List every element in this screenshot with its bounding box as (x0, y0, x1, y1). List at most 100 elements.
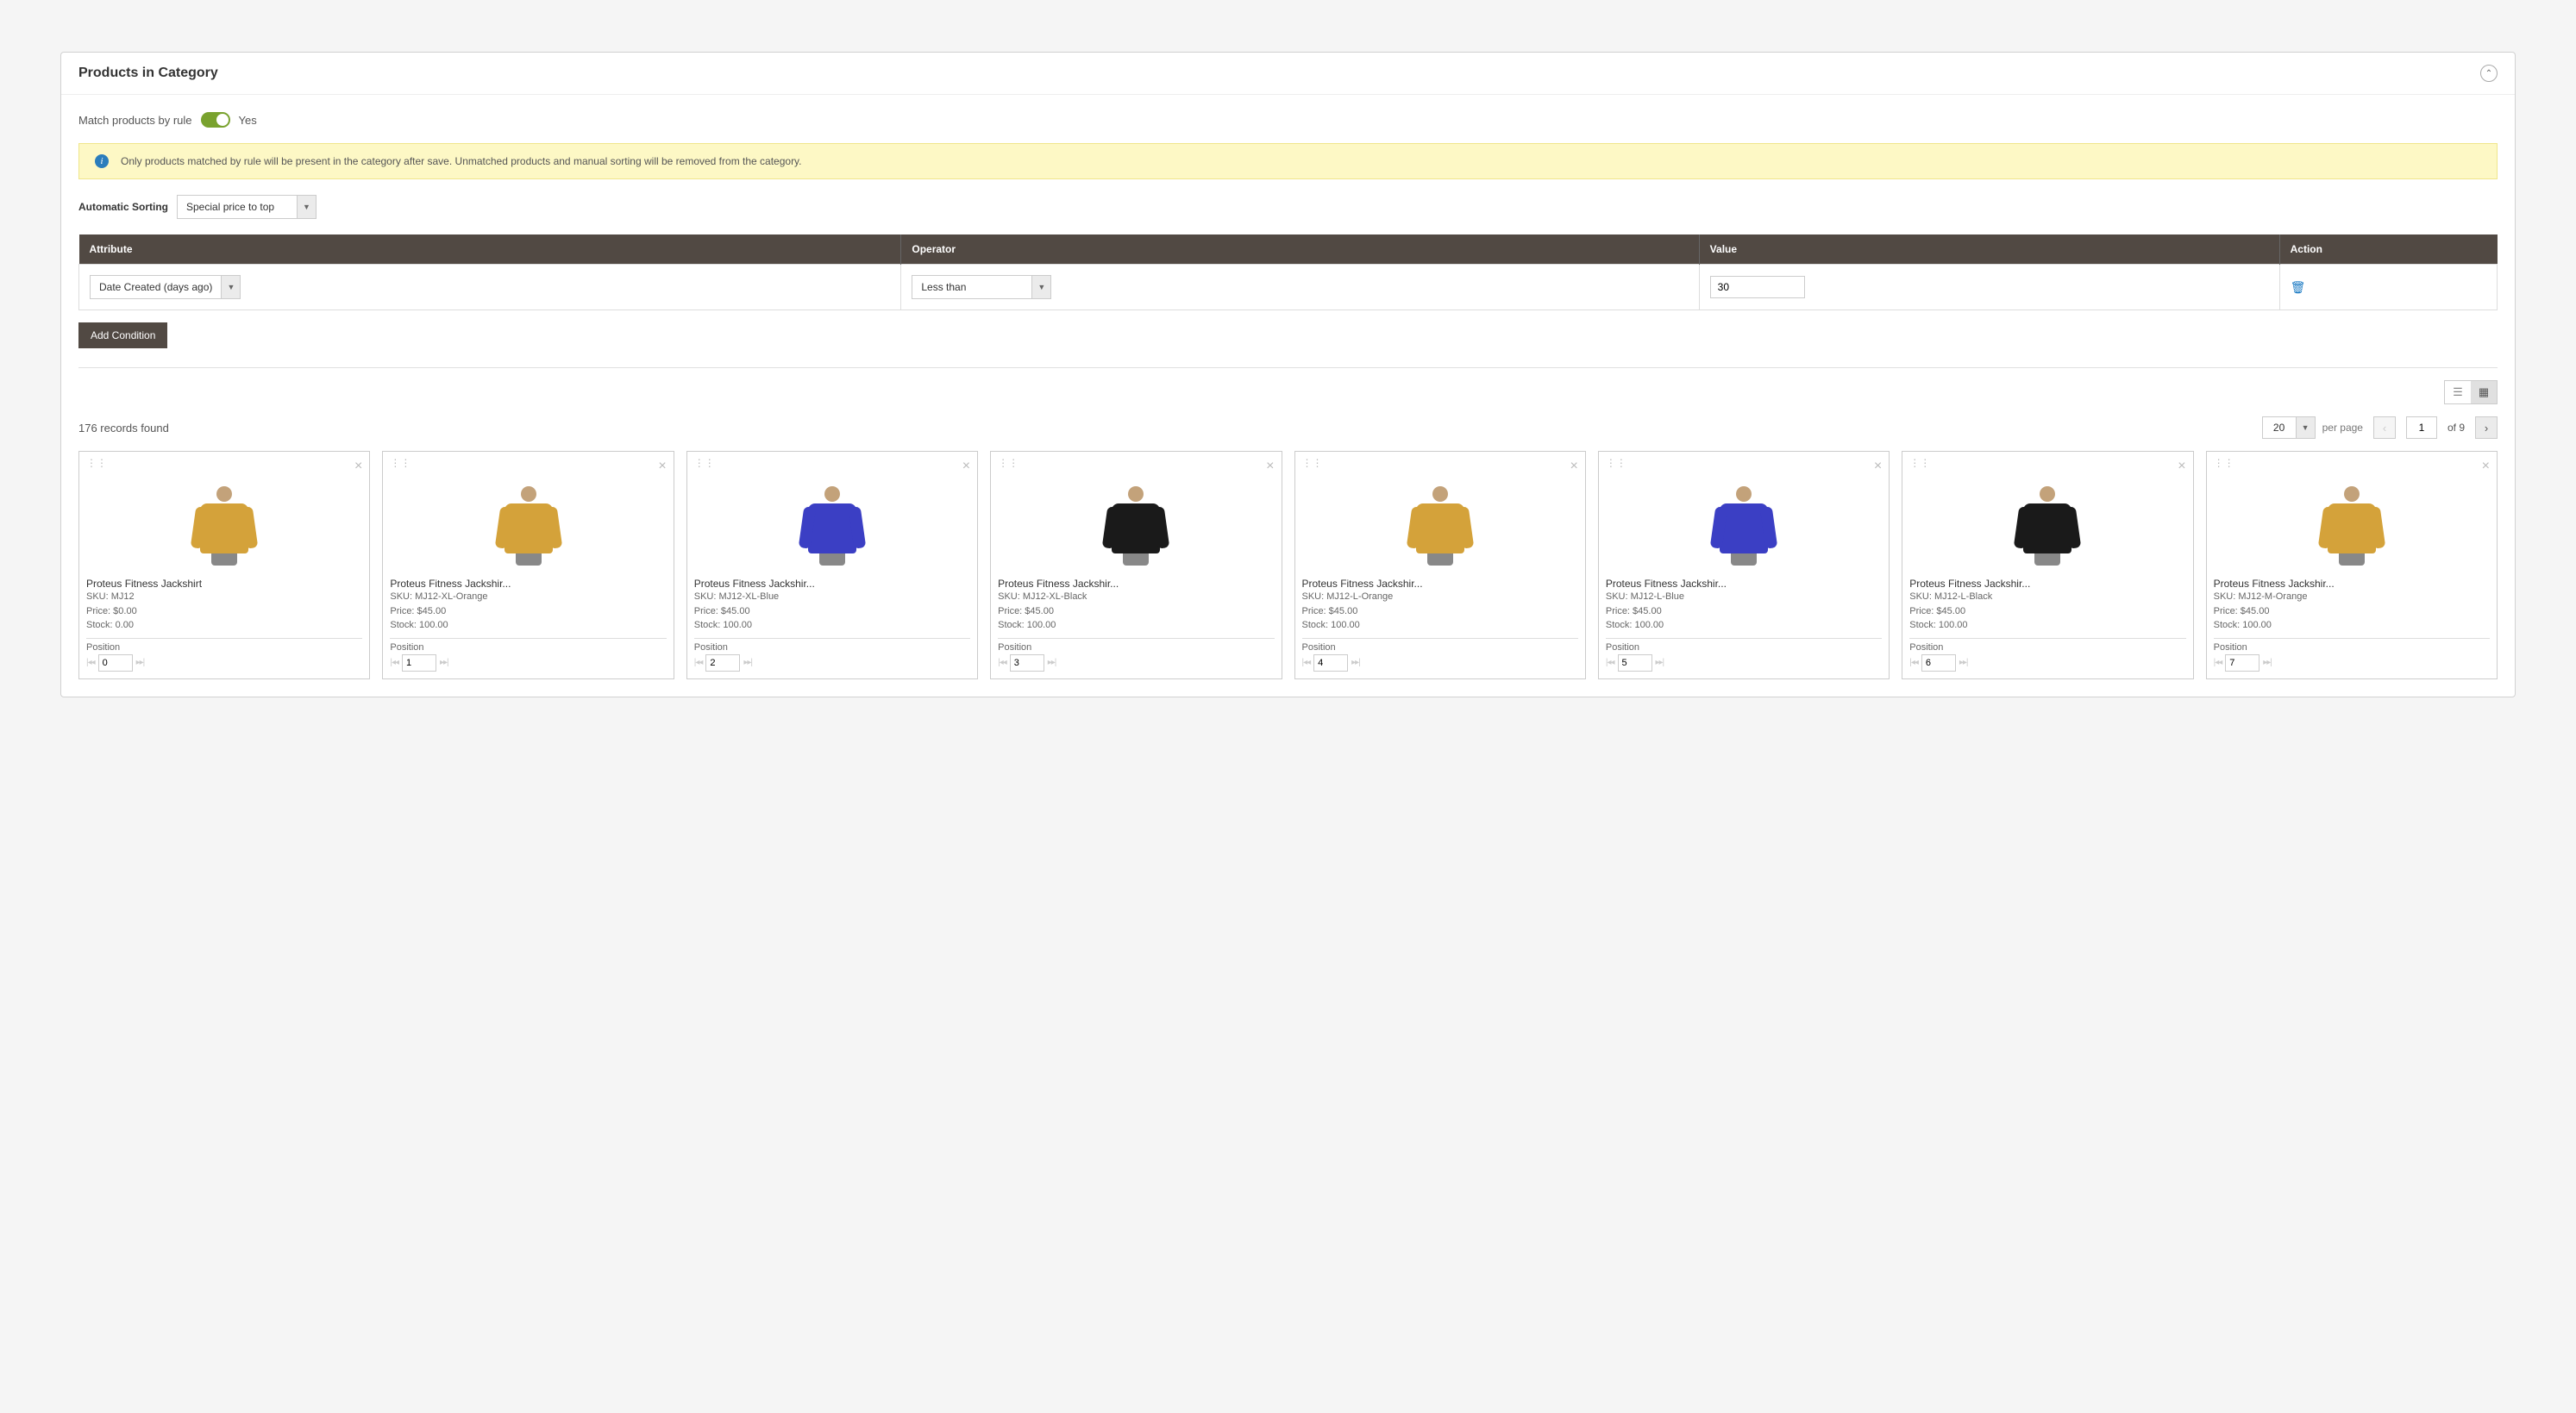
next-page-button[interactable]: › (2475, 416, 2498, 439)
drag-handle-icon[interactable]: ⋮⋮ (390, 459, 411, 474)
automatic-sorting-select[interactable]: Special price to top ▼ (177, 195, 317, 219)
remove-product-icon[interactable]: × (2178, 459, 2185, 474)
remove-product-icon[interactable]: × (658, 459, 666, 474)
product-name: Proteus Fitness Jackshir... (694, 578, 970, 590)
product-thumbnail (86, 478, 362, 572)
position-first-icon[interactable]: |◂◂ (1302, 658, 1311, 667)
product-name: Proteus Fitness Jackshirt (86, 578, 362, 590)
product-thumbnail (1606, 478, 1882, 572)
card-divider (1302, 638, 1578, 639)
per-page-value: 20 (2262, 416, 2297, 439)
product-price: Price: $45.00 (998, 604, 1274, 619)
grid-icon: ▦ (2479, 385, 2489, 399)
product-thumbnail (2214, 478, 2490, 572)
product-name: Proteus Fitness Jackshir... (2214, 578, 2490, 590)
product-card[interactable]: ⋮⋮×Proteus Fitness Jackshir...SKU: MJ12-… (382, 451, 674, 679)
position-last-icon[interactable]: ▸▸| (136, 658, 145, 667)
product-name: Proteus Fitness Jackshir... (1909, 578, 2185, 590)
product-price: Price: $45.00 (1606, 604, 1882, 619)
position-first-icon[interactable]: |◂◂ (998, 658, 1006, 667)
position-input[interactable] (705, 654, 740, 672)
position-input[interactable] (1010, 654, 1044, 672)
position-last-icon[interactable]: ▸▸| (2263, 658, 2272, 667)
product-card[interactable]: ⋮⋮×Proteus Fitness Jackshir...SKU: MJ12-… (1598, 451, 1890, 679)
remove-product-icon[interactable]: × (354, 459, 362, 474)
trash-icon[interactable]: 🗑 (2291, 280, 2306, 294)
add-condition-button[interactable]: Add Condition (78, 322, 167, 348)
col-operator: Operator (901, 234, 1699, 265)
position-input[interactable] (1313, 654, 1348, 672)
product-sku: SKU: MJ12-L-Orange (1302, 590, 1578, 604)
per-page-select[interactable]: 20 ▼ (2262, 416, 2316, 439)
product-name: Proteus Fitness Jackshir... (998, 578, 1274, 590)
product-stock: Stock: 100.00 (998, 618, 1274, 633)
product-card[interactable]: ⋮⋮×Proteus Fitness Jackshir...SKU: MJ12-… (990, 451, 1282, 679)
drag-handle-icon[interactable]: ⋮⋮ (2214, 459, 2234, 474)
condition-row: Date Created (days ago)▼ Less than▼ 🗑 (79, 265, 2498, 310)
drag-handle-icon[interactable]: ⋮⋮ (1302, 459, 1323, 474)
position-last-icon[interactable]: ▸▸| (1351, 658, 1360, 667)
position-last-icon[interactable]: ▸▸| (1959, 658, 1968, 667)
position-first-icon[interactable]: |◂◂ (86, 658, 95, 667)
match-by-rule-toggle[interactable] (201, 112, 230, 128)
remove-product-icon[interactable]: × (2482, 459, 2490, 474)
product-name: Proteus Fitness Jackshir... (390, 578, 666, 590)
automatic-sorting-value: Special price to top (177, 195, 298, 219)
position-first-icon[interactable]: |◂◂ (694, 658, 703, 667)
position-input[interactable] (402, 654, 436, 672)
notice-text: Only products matched by rule will be pr… (121, 155, 802, 167)
product-price: Price: $45.00 (694, 604, 970, 619)
position-input[interactable] (98, 654, 133, 672)
collapse-button[interactable]: ⌃ (2480, 65, 2498, 82)
products-in-category-panel: Products in Category ⌃ Match products by… (60, 52, 2516, 697)
panel-header: Products in Category ⌃ (61, 53, 2515, 95)
remove-product-icon[interactable]: × (962, 459, 970, 474)
position-last-icon[interactable]: ▸▸| (440, 658, 448, 667)
card-divider (694, 638, 970, 639)
position-first-icon[interactable]: |◂◂ (390, 658, 398, 667)
value-input[interactable] (1710, 276, 1805, 298)
product-stock: Stock: 100.00 (1606, 618, 1882, 633)
product-card[interactable]: ⋮⋮×Proteus Fitness Jackshir...SKU: MJ12-… (1902, 451, 2193, 679)
automatic-sorting-label: Automatic Sorting (78, 201, 168, 213)
drag-handle-icon[interactable]: ⋮⋮ (998, 459, 1018, 474)
card-divider (390, 638, 666, 639)
position-input[interactable] (1921, 654, 1956, 672)
drag-handle-icon[interactable]: ⋮⋮ (86, 459, 107, 474)
product-card[interactable]: ⋮⋮×Proteus Fitness Jackshir...SKU: MJ12-… (686, 451, 978, 679)
position-last-icon[interactable]: ▸▸| (743, 658, 752, 667)
list-view-button[interactable]: ☰ (2445, 381, 2471, 403)
pager-row: 176 records found 20 ▼ per page ‹ of 9 › (78, 416, 2498, 439)
position-last-icon[interactable]: ▸▸| (1656, 658, 1664, 667)
remove-product-icon[interactable]: × (1874, 459, 1882, 474)
position-first-icon[interactable]: |◂◂ (1909, 658, 1918, 667)
drag-handle-icon[interactable]: ⋮⋮ (694, 459, 715, 474)
product-card[interactable]: ⋮⋮×Proteus Fitness Jackshir...SKU: MJ12-… (2206, 451, 2498, 679)
product-thumbnail (694, 478, 970, 572)
position-input[interactable] (2225, 654, 2259, 672)
position-label: Position (998, 642, 1274, 653)
card-divider (998, 638, 1274, 639)
remove-product-icon[interactable]: × (1266, 459, 1274, 474)
grid-view-button[interactable]: ▦ (2471, 381, 2497, 403)
position-input[interactable] (1618, 654, 1652, 672)
remove-product-icon[interactable]: × (1570, 459, 1578, 474)
product-price: Price: $45.00 (1909, 604, 2185, 619)
page-input[interactable] (2406, 416, 2437, 439)
attribute-select[interactable]: Date Created (days ago)▼ (90, 275, 890, 299)
product-price: Price: $45.00 (2214, 604, 2490, 619)
product-card[interactable]: ⋮⋮×Proteus Fitness Jackshir...SKU: MJ12-… (1294, 451, 1586, 679)
operator-select[interactable]: Less than▼ (912, 275, 1688, 299)
chevron-left-icon: ‹ (2383, 422, 2386, 435)
drag-handle-icon[interactable]: ⋮⋮ (1909, 459, 1930, 474)
position-first-icon[interactable]: |◂◂ (1606, 658, 1614, 667)
product-thumbnail (1302, 478, 1578, 572)
position-first-icon[interactable]: |◂◂ (2214, 658, 2222, 667)
product-thumbnail (998, 478, 1274, 572)
per-page-label: per page (2322, 422, 2363, 434)
prev-page-button[interactable]: ‹ (2373, 416, 2396, 439)
drag-handle-icon[interactable]: ⋮⋮ (1606, 459, 1626, 474)
product-card[interactable]: ⋮⋮×Proteus Fitness JackshirtSKU: MJ12Pri… (78, 451, 370, 679)
position-last-icon[interactable]: ▸▸| (1048, 658, 1056, 667)
position-label: Position (1302, 642, 1578, 653)
